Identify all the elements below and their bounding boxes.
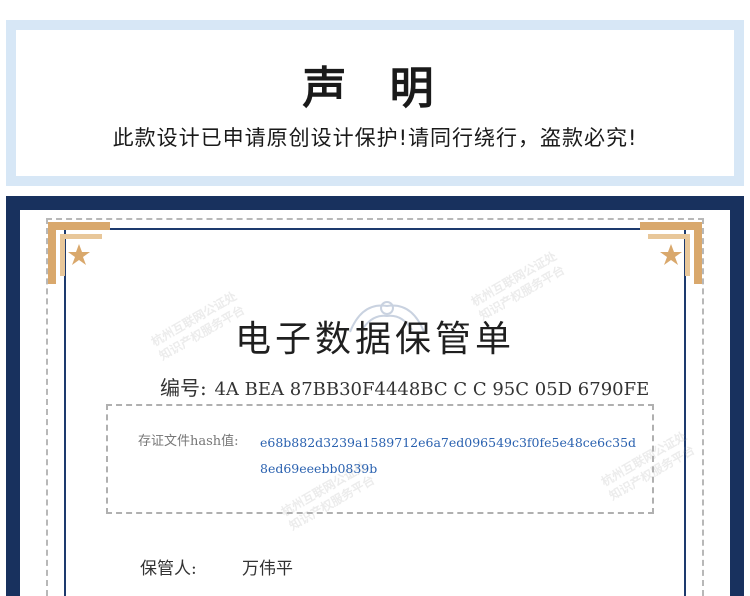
corner-ornament-right-icon — [640, 222, 702, 284]
corner-ornament-left-icon — [48, 222, 110, 284]
certificate-number-value: 4A BEA 87BB30F4448BC C C 95C 05D 6790FE — [214, 379, 650, 400]
declaration-panel: 声 明 此款设计已申请原创设计保护!请同行绕行，盗款必究! — [6, 20, 744, 186]
keeper-name: 万伟平 — [242, 559, 293, 579]
certificate-number: 编号: 4A BEA 87BB30F4448BC C C 95C 05D 679… — [160, 372, 649, 401]
certificate-title: 电子数据保管单 — [234, 319, 515, 360]
keeper-label: 保管人: — [140, 559, 197, 579]
hash-value: e68b882d3239a1589712e6a7ed096549c3f0fe5e… — [260, 435, 637, 476]
hash-box: 存证文件hash值: e68b882d3239a1589712e6a7ed096… — [106, 404, 654, 514]
certificate-frame: 杭州互联网公证处 知识产权服务平台 杭州互联网公证处 知识产权服务平台 杭州互联… — [6, 196, 744, 596]
certificate-number-label: 编号: — [160, 376, 207, 400]
declaration-inner: 声 明 此款设计已申请原创设计保护!请同行绕行，盗款必究! — [16, 30, 734, 176]
declaration-title: 声 明 — [302, 63, 448, 114]
declaration-text: 此款设计已申请原创设计保护!请同行绕行，盗款必究! — [112, 126, 638, 150]
certificate-paper: 杭州互联网公证处 知识产权服务平台 杭州互联网公证处 知识产权服务平台 杭州互联… — [20, 210, 730, 596]
hash-label: 存证文件hash值: — [138, 434, 239, 449]
